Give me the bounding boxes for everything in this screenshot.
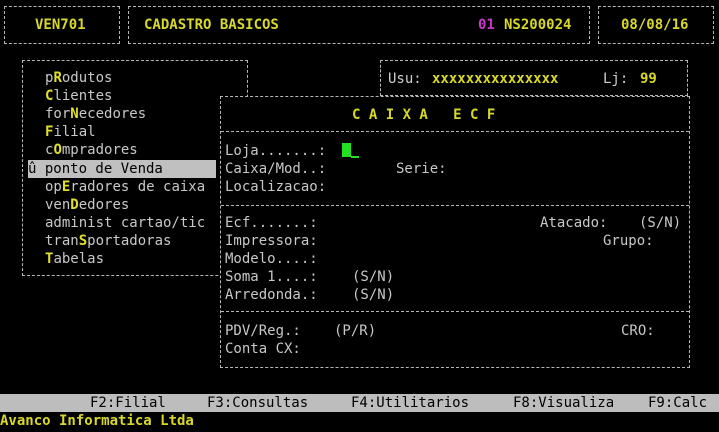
menu-item-clientes[interactable]: Clientes [45,87,112,105]
cro-label: CRO: [621,323,655,339]
f3-consultas-key[interactable]: F3:Consultas [207,394,308,412]
footer-company: Avanco Informatica Ltda [0,413,194,429]
dialog-title: C A I X A E C F [352,107,496,123]
menu-item-tabelas[interactable]: Tabelas [45,250,104,268]
menu-item-produtos[interactable]: pRodutos [45,69,112,87]
f2-filial-key[interactable]: F2:Filial [90,394,166,412]
loja-label: Loja.......: [225,143,327,159]
company-number: 01 [478,17,495,33]
program-code: VEN701 [35,17,86,33]
modelo-label: Modelo....: [225,251,318,267]
dialog-divider-top [221,131,689,132]
menu-item-compradores[interactable]: cOmpradores [45,141,138,159]
soma-option: (S/N) [352,269,395,285]
system-id: NS200024 [504,17,572,33]
menu-item-filial[interactable]: Filial [45,123,96,141]
menu-item-ponto-de-venda[interactable]: û ponto de Venda [28,160,216,178]
serie-label: Serie: [396,161,447,177]
store-label: Lj: [603,71,629,87]
f8-visualiza-key[interactable]: F8:Visualiza [513,394,614,412]
header-program-box: VEN701 [4,6,120,44]
f4-utilitarios-key[interactable]: F4:Utilitarios [351,394,469,412]
dialog-divider-middle [221,205,689,206]
menu-item-administ-cartao[interactable]: administ cartao/tic [45,214,205,232]
loja-input-underscore [351,156,359,158]
caixa-mod-label: Caixa/Mod..: [225,161,327,177]
pdv-reg-option: (P/R) [334,323,377,339]
atacado-option: (S/N) [639,215,682,231]
menu-item-vendedores[interactable]: venDedores [45,196,129,214]
loja-input[interactable] [342,143,351,157]
menu-item-fornecedores[interactable]: forNecedores [45,105,146,123]
arredonda-label: Arredonda.: [225,287,318,303]
user-info-box: Usu: xxxxxxxxxxxxxxx Lj: 99 [380,60,688,96]
user-label: Usu: [388,71,422,87]
header-date-box: 08/08/16 [598,6,714,44]
menu-item-transportadoras[interactable]: tranSportadoras [45,232,171,250]
store-value: 99 [640,71,657,87]
f9-calc-key[interactable]: F9:Calc [648,394,707,412]
conta-cx-label: Conta CX: [225,341,301,357]
pdv-reg-label: PDV/Reg.: [225,323,301,339]
ecf-label: Ecf.......: [225,215,318,231]
header-title-box: CADASTRO BASICOS 01 NS200024 [128,6,590,44]
menu-item-operadores-caixa[interactable]: opEradores de caixa [45,178,205,196]
dialog-divider-bottom [221,311,689,312]
user-value: xxxxxxxxxxxxxxx [432,71,559,87]
arredonda-option: (S/N) [352,287,395,303]
screen-title: CADASTRO BASICOS [144,17,279,33]
impressora-label: Impressora: [225,233,318,249]
soma-label: Soma 1....: [225,269,318,285]
grupo-label: Grupo: [603,233,654,249]
current-date: 08/08/16 [621,17,689,33]
atacado-label: Atacado: [540,215,608,231]
localizacao-label: Localizacao: [225,179,327,195]
function-key-bar: F2:Filial F3:Consultas F4:Utilitarios F8… [0,394,719,412]
